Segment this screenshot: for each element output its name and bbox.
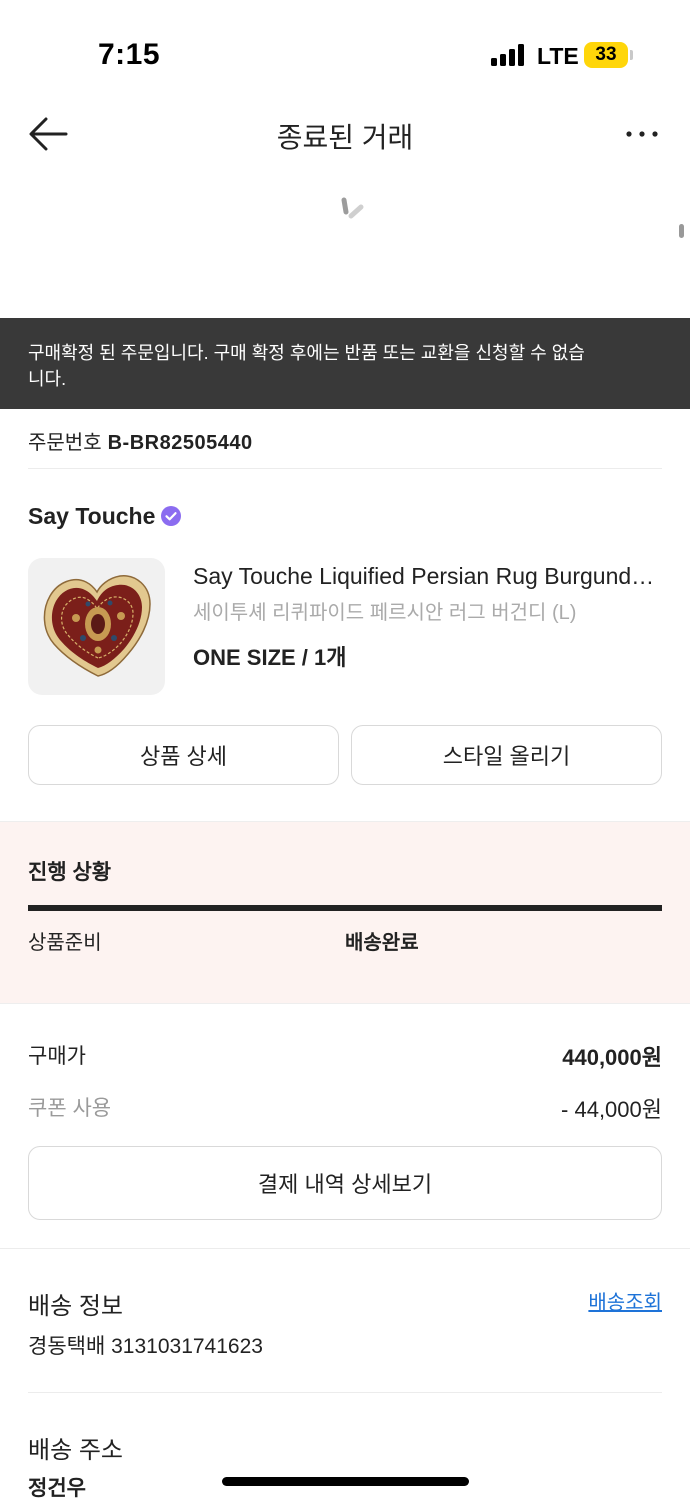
upload-style-button[interactable]: 스타일 올리기 <box>351 725 662 785</box>
brand-name[interactable]: Say Touche <box>28 503 155 530</box>
progress-title: 진행 상황 <box>28 861 112 884</box>
recipient-name: 정건우 <box>28 1477 86 1500</box>
order-number-label: 주문번호 <box>28 432 102 454</box>
home-indicator[interactable] <box>222 1477 469 1486</box>
loading-spinner-icon <box>341 197 364 219</box>
product-subtitle: 세이투셰 리퀴파이드 페르시안 러그 버건디 (L) <box>193 602 577 624</box>
product-image[interactable] <box>28 558 165 695</box>
more-horizontal-icon <box>626 131 658 137</box>
order-number-value: B-BR82505440 <box>107 432 253 454</box>
section-divider <box>0 1248 690 1249</box>
shipping-info-title: 배송 정보 <box>28 1293 123 1320</box>
notice-text: 구매확정 된 주문입니다. 구매 확정 후에는 반품 또는 교환을 신청할 수 … <box>28 343 585 389</box>
purchase-price-value: 440,000원 <box>562 1045 662 1070</box>
purchase-price-label: 구매가 <box>28 1045 86 1068</box>
cellular-signal-icon <box>491 44 525 66</box>
brand-row[interactable]: Say Touche <box>28 500 182 532</box>
order-number: 주문번호 B-BR82505440 <box>28 426 253 455</box>
nav-bar: 종료된 거래 <box>0 100 690 170</box>
purchase-confirmed-notice: 구매확정 된 주문입니다. 구매 확정 후에는 반품 또는 교환을 신청할 수 … <box>0 318 690 409</box>
progress-step-delivered: 배송완료 <box>345 932 419 954</box>
product-detail-button[interactable]: 상품 상세 <box>28 725 339 785</box>
scrollbar[interactable] <box>679 224 684 238</box>
coupon-label: 쿠폰 사용 <box>28 1097 112 1120</box>
track-shipment-link[interactable]: 배송조회 <box>588 1286 662 1315</box>
divider <box>28 468 662 469</box>
page-title: 종료된 거래 <box>276 122 414 153</box>
progress-step-preparing: 상품준비 <box>28 932 102 954</box>
coupon-value: - 44,000원 <box>561 1097 662 1122</box>
more-options-button[interactable] <box>620 112 664 156</box>
progress-bar <box>28 905 662 911</box>
shipping-address-title: 배송 주소 <box>28 1437 123 1464</box>
progress-section: 진행 상황 상품준비 배송완료 <box>0 821 690 1004</box>
status-time: 7:15 <box>98 38 161 71</box>
network-type: LTE <box>537 43 579 69</box>
product-option: ONE SIZE / 1개 <box>193 645 347 670</box>
verified-badge-icon <box>161 506 182 526</box>
divider <box>28 1392 662 1393</box>
status-bar: 7:15 LTE 33 <box>0 0 690 110</box>
payment-detail-button[interactable]: 결제 내역 상세보기 <box>28 1146 662 1220</box>
persian-rug-heart-image <box>43 575 151 677</box>
courier-tracking-number: 경동택배 3131031741623 <box>28 1335 263 1358</box>
product-title[interactable]: Say Touche Liquified Persian Rug Burgund… <box>193 563 663 590</box>
battery-icon: 33 <box>584 42 628 68</box>
battery-tip <box>630 50 633 60</box>
